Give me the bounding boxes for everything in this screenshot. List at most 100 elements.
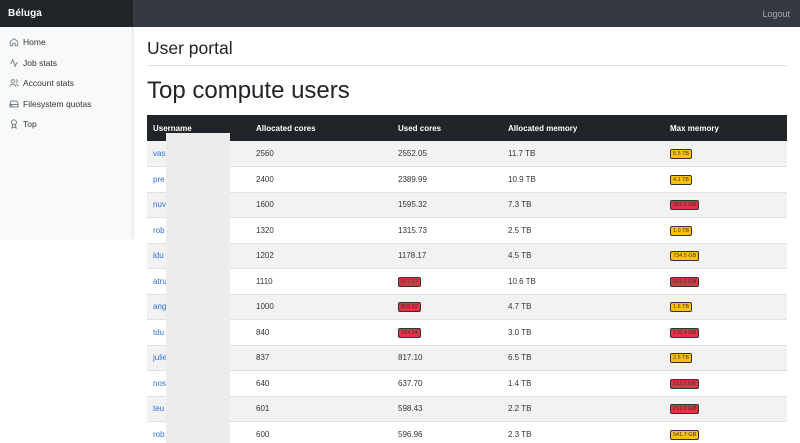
cell-allocated-memory: 7.3 TB [508,200,532,210]
column-header-used-cores[interactable]: Used cores [392,115,502,141]
cell-allocated-cores: 840 [256,327,270,337]
cell-allocated-cores: 600 [256,429,270,439]
redaction-block [166,133,230,443]
cell-max-memory: 5.5 TB [664,141,787,167]
used-cores-badge: 810.52 [398,302,421,313]
cell-max-memory: 113.1 GB [664,371,787,397]
table-row: julie 837 817.10 6.5 TB 2.5 TB [147,345,787,371]
sidebar-item-label: Top [23,119,37,130]
cell-allocated-cores: 837 [256,353,270,363]
column-header-allocated-memory[interactable]: Allocated memory [502,115,664,141]
cell-max-memory: 923.6 GB [664,269,787,295]
sidebar-item-filesystem-quotas[interactable]: Filesystem quotas [0,94,132,115]
max-memory-badge: 176.4 GB [670,327,700,338]
table-row: pre 2400 2389.99 10.9 TB 4.1 TB [147,167,787,193]
cell-allocated-memory: 6.5 TB [508,353,532,363]
cell-max-memory: 734.5 GB [664,243,787,269]
sidebar-item-top[interactable]: Top [0,114,132,135]
max-memory-badge: 1.0 TB [670,225,693,236]
cell-allocated-memory: 3.0 TB [508,327,532,337]
table-row: rob 600 596.96 2.3 TB 541.7 GB [147,422,787,443]
table-row: nuv 1600 1595.32 7.3 TB 259.2 GB [147,192,787,218]
portal-title: User portal [147,38,233,58]
table-row: ldu 1202 1178.17 4.5 TB 734.5 GB [147,243,787,269]
activity-icon [9,58,19,68]
username-link[interactable]: rob [153,430,165,439]
used-cores-value: 596.96 [398,429,423,439]
users-icon [9,79,19,88]
cell-allocated-cores: 1320 [256,225,274,235]
used-cores-value: 2552.05 [398,149,427,158]
used-cores-badge: 224.24 [398,327,421,338]
sidebar-item-label: Account stats [23,78,75,89]
username-link[interactable]: rob [153,226,165,235]
cell-allocated-memory: 2.3 TB [508,429,532,439]
top-navbar: Béluga Logout [0,0,800,27]
cell-max-memory: 4.1 TB [664,167,787,193]
cell-allocated-cores: 2400 [256,174,274,184]
max-memory-badge: 1.6 TB [670,302,693,313]
cell-max-memory: 1.6 TB [664,294,787,320]
max-memory-badge: 113.1 GB [670,378,699,389]
used-cores-value: 2389.99 [398,174,427,184]
cell-allocated-memory: 4.7 TB [508,302,532,312]
cell-allocated-memory: 2.5 TB [508,225,532,235]
table-row: ang 1000 810.52 4.7 TB 1.6 TB [147,294,787,320]
sidebar: Home Job stats Account stats Filesystem … [0,27,133,239]
cell-used-cores: 1315.73 [392,218,502,244]
sidebar-item-account-stats[interactable]: Account stats [0,73,132,94]
column-header-allocated-cores[interactable]: Allocated cores [250,115,392,141]
username-link[interactable]: pre [153,175,165,184]
cell-allocated-memory: 4.5 TB [508,251,532,261]
cell-allocated-memory: 1.4 TB [508,378,532,388]
cell-max-memory: 259.2 GB [664,192,787,218]
username-link[interactable]: ldu [153,251,164,260]
cell-allocated-cores: 1600 [256,200,274,210]
cell-used-cores: 596.96 [392,422,502,443]
username-link[interactable]: ang [153,302,166,311]
column-header-max-memory[interactable]: Max memory [664,115,787,141]
cell-used-cores: 1595.32 [392,192,502,218]
cell-used-cores: 2389.99 [392,167,502,193]
used-cores-value: 1178.17 [398,251,427,261]
cell-used-cores: 2552.05 [392,141,502,167]
cell-allocated-memory: 10.9 TB [508,174,536,184]
brand-logo[interactable]: Béluga [0,0,133,27]
table-row: tdu 840 224.24 3.0 TB 176.4 GB [147,320,787,345]
sidebar-item-label: Filesystem quotas [23,98,92,109]
table-row: teu 601 598.43 2.2 TB 213.2 GB [147,396,787,422]
used-cores-value: 1595.32 [398,200,427,210]
hard-drive-icon [9,100,19,108]
sidebar-item-job-stats[interactable]: Job stats [0,53,132,74]
used-cores-value: 598.43 [398,404,423,414]
cell-allocated-cores: 1000 [256,302,274,312]
username-link[interactable]: tdu [153,328,164,337]
table-row: nos 640 637.70 1.4 TB 113.1 GB [147,371,787,397]
max-memory-badge: 2.5 TB [670,353,693,364]
table-header-row: Username Allocated cores Used cores Allo… [147,115,787,141]
logout-link[interactable]: Logout [762,9,790,19]
cell-allocated-cores: 2560 [256,149,274,158]
max-memory-badge: 4.1 TB [670,174,693,185]
username-link[interactable]: atru [153,277,167,286]
username-link[interactable]: teu [153,404,164,413]
cell-allocated-memory: 11.7 TB [508,149,536,158]
cell-max-memory: 1.0 TB [664,218,787,244]
sidebar-item-home[interactable]: Home [0,32,132,53]
cell-used-cores: 810.52 [392,294,502,320]
username-link[interactable]: vas [153,149,165,158]
divider [147,65,787,66]
sidebar-item-label: Job stats [23,57,58,68]
max-memory-badge: 5.5 TB [670,149,693,159]
sidebar-item-label: Home [23,37,46,48]
cell-allocated-memory: 10.6 TB [508,276,536,286]
max-memory-badge: 213.2 GB [670,404,700,415]
page-title: Top compute users [147,77,350,104]
max-memory-badge: 541.7 GB [670,429,700,440]
used-cores-value: 637.70 [398,378,423,388]
table-row: atru 1110 977.17 10.6 TB 923.6 GB [147,269,787,295]
username-link[interactable]: nos [153,379,166,388]
username-link[interactable]: nuv [153,200,166,209]
cell-allocated-cores: 601 [256,404,270,414]
cell-used-cores: 817.10 [392,345,502,371]
